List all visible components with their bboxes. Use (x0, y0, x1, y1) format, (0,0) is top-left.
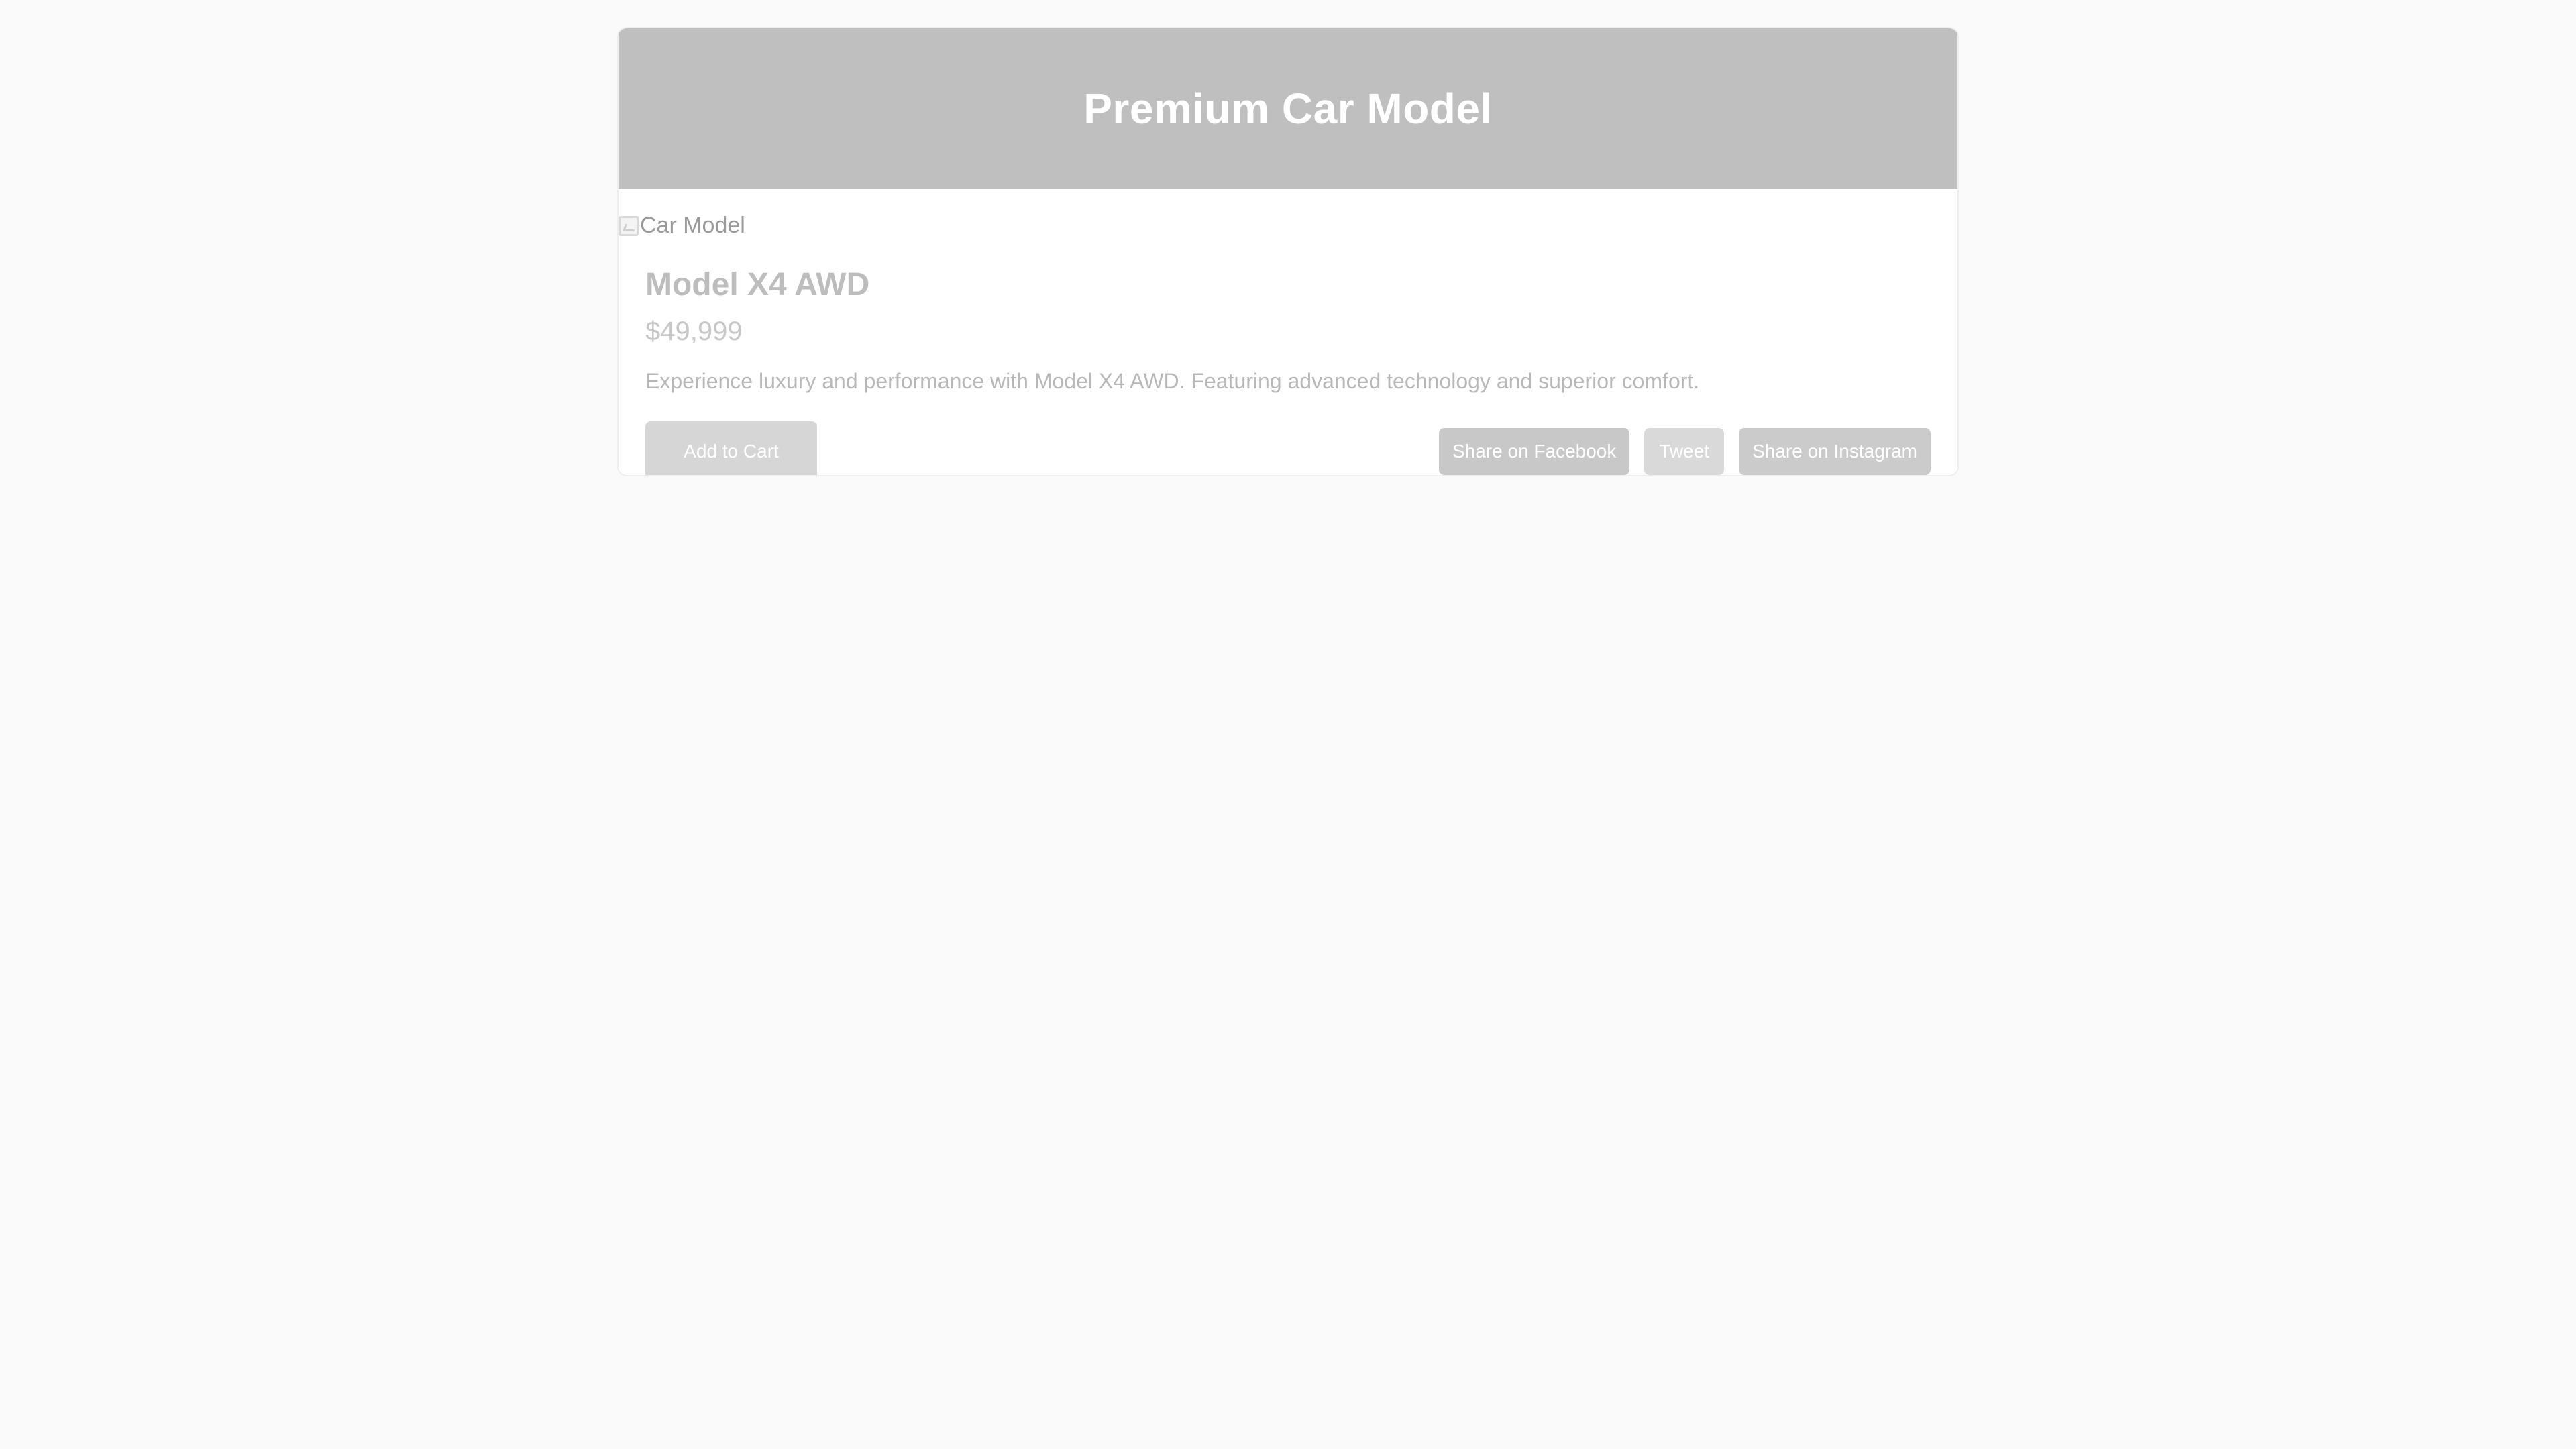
model-name: Model X4 AWD (645, 267, 870, 303)
broken-image-icon (619, 215, 639, 236)
add-to-cart-button[interactable]: Add to Cart (645, 421, 817, 475)
share-buttons: Share on Facebook Tweet Share on Instagr… (1438, 428, 1931, 475)
car-image-alt-text: Car Model (640, 213, 745, 238)
page-title: Premium Car Model (1083, 85, 1493, 133)
card-header: Premium Car Model (619, 28, 1957, 189)
product-description: Experience luxury and performance with M… (645, 369, 1700, 393)
price: $49,999 (645, 317, 743, 346)
share-facebook-button[interactable]: Share on Facebook (1438, 428, 1630, 475)
share-instagram-button[interactable]: Share on Instagram (1739, 428, 1931, 475)
tweet-button[interactable]: Tweet (1644, 428, 1725, 475)
car-image: Car Model (619, 213, 745, 239)
product-card: Premium Car Model Car Model Model X4 AWD… (617, 27, 1959, 476)
